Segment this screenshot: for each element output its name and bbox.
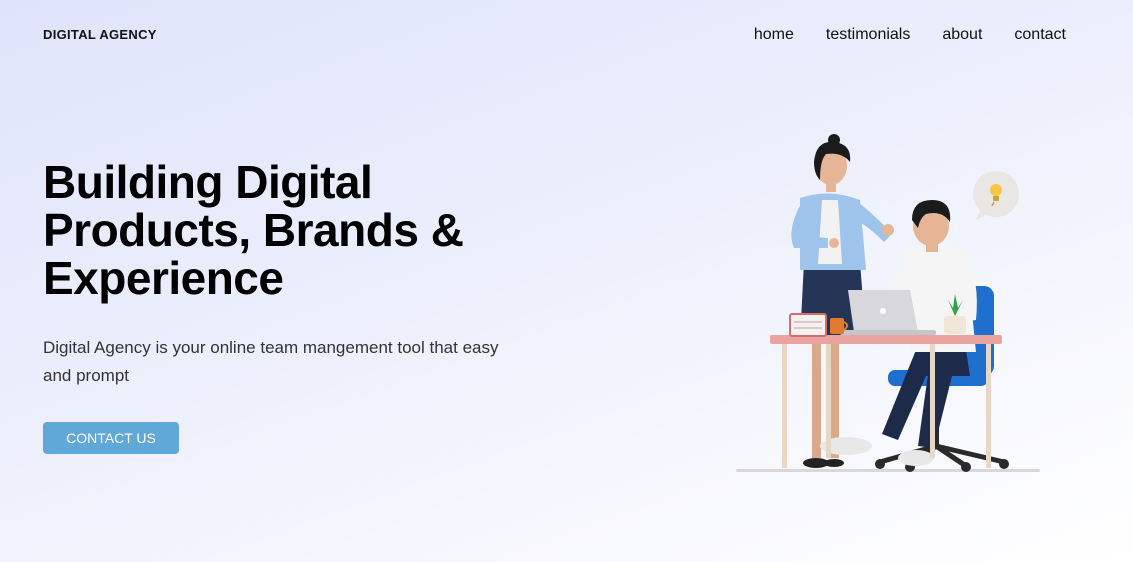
hero-headline-line: Products, Brands & [43, 204, 464, 256]
team-at-desk-illustration [730, 130, 1050, 480]
floor-line [736, 469, 1040, 472]
hero-headline-line: Experience [43, 252, 284, 304]
nav-link-testimonials[interactable]: testimonials [826, 26, 910, 44]
brand-logo[interactable]: DIGITAL AGENCY [43, 27, 157, 42]
hero-description: Digital Agency is your online team mange… [43, 338, 499, 385]
calendar-icon [789, 313, 827, 337]
navbar: DIGITAL AGENCY home testimonials about c… [0, 0, 1133, 70]
contact-us-button[interactable]: CONTACT US [43, 422, 179, 454]
idea-bulb-icon [973, 171, 1019, 220]
nav-links: home testimonials about contact [754, 26, 1066, 44]
hero-headline: Building Digital Products, Brands & Expe… [43, 158, 513, 302]
hero-section: Building Digital Products, Brands & Expe… [43, 158, 513, 454]
nav-link-contact[interactable]: contact [1014, 26, 1066, 44]
nav-link-home[interactable]: home [754, 26, 794, 44]
hero-headline-line: Building Digital [43, 156, 373, 208]
nav-link-about[interactable]: about [942, 26, 982, 44]
